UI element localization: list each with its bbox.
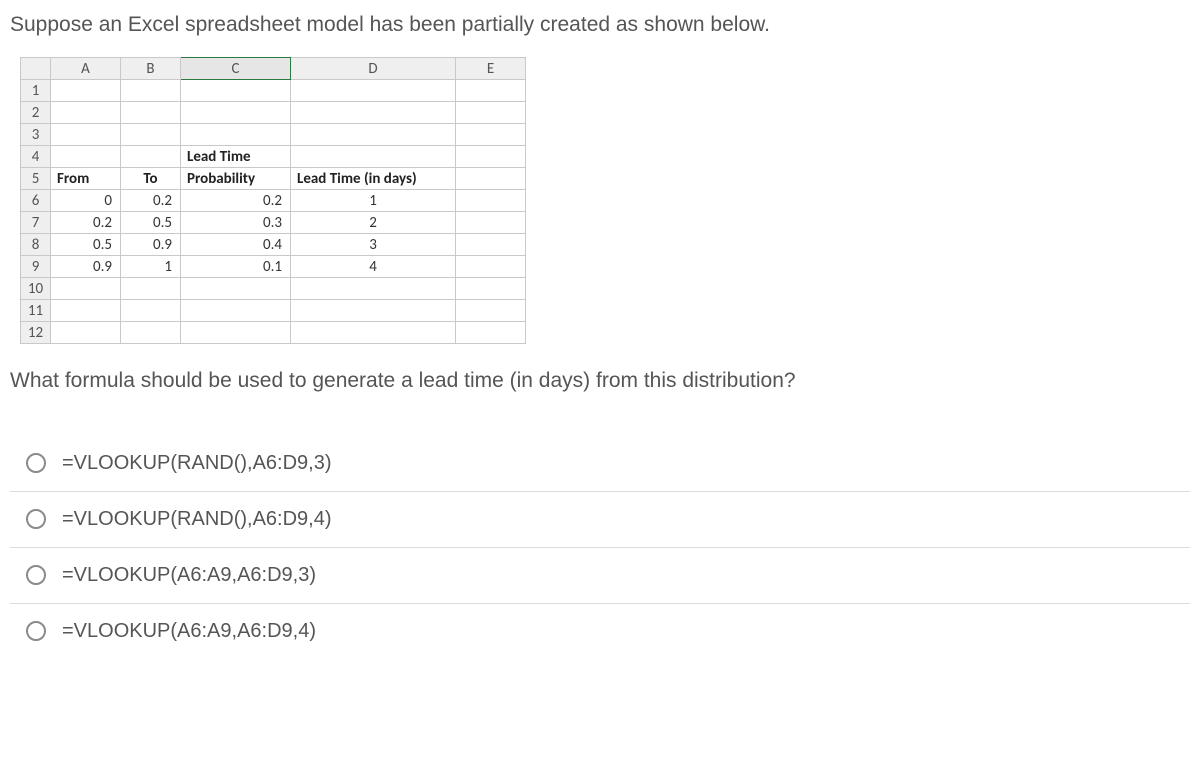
answer-options: =VLOOKUP(RAND(),A6:D9,3) =VLOOKUP(RAND()… — [10, 436, 1190, 659]
row-header: 10 — [21, 278, 51, 300]
cell-a5: From — [51, 168, 121, 190]
prompt-text: Suppose an Excel spreadsheet model has b… — [10, 10, 1190, 39]
cell-b5: To — [121, 168, 181, 190]
radio-icon — [26, 565, 46, 585]
question-text: What formula should be used to generate … — [10, 366, 1190, 395]
row-header: 8 — [21, 234, 51, 256]
row-header: 4 — [21, 146, 51, 168]
cell: 0.3 — [181, 212, 291, 234]
radio-icon — [26, 621, 46, 641]
cell: 0.1 — [181, 256, 291, 278]
option-3[interactable]: =VLOOKUP(A6:A9,A6:D9,3) — [10, 548, 1190, 604]
cell-d5: Lead Time (in days) — [291, 168, 456, 190]
row-header: 6 — [21, 190, 51, 212]
row-header: 12 — [21, 322, 51, 344]
cell: 0.2 — [181, 190, 291, 212]
col-header-d: D — [291, 58, 456, 80]
cell-c4: Lead Time — [181, 146, 291, 168]
radio-icon — [26, 509, 46, 529]
cell: 4 — [291, 256, 456, 278]
row-header: 9 — [21, 256, 51, 278]
spreadsheet: A B C D E 1 2 3 4 Lead Time 5 From To Pro… — [20, 57, 526, 344]
cell: 0.9 — [121, 234, 181, 256]
option-label: =VLOOKUP(A6:A9,A6:D9,3) — [62, 564, 316, 587]
option-1[interactable]: =VLOOKUP(RAND(),A6:D9,3) — [10, 436, 1190, 492]
cell: 0.9 — [51, 256, 121, 278]
option-label: =VLOOKUP(RAND(),A6:D9,3) — [62, 452, 332, 475]
cell: 0.2 — [121, 190, 181, 212]
option-label: =VLOOKUP(RAND(),A6:D9,4) — [62, 508, 332, 531]
cell: 0 — [51, 190, 121, 212]
col-header-a: A — [51, 58, 121, 80]
row-header: 11 — [21, 300, 51, 322]
cell: 1 — [291, 190, 456, 212]
row-header: 3 — [21, 124, 51, 146]
row-header: 7 — [21, 212, 51, 234]
col-header-b: B — [121, 58, 181, 80]
cell: 1 — [121, 256, 181, 278]
cell: 0.5 — [121, 212, 181, 234]
row-header: 5 — [21, 168, 51, 190]
col-header-c: C — [181, 58, 291, 80]
cell: 0.5 — [51, 234, 121, 256]
row-header: 1 — [21, 80, 51, 102]
row-header: 2 — [21, 102, 51, 124]
corner-cell — [21, 58, 51, 80]
col-header-e: E — [456, 58, 526, 80]
cell: 2 — [291, 212, 456, 234]
cell: 3 — [291, 234, 456, 256]
cell: 0.2 — [51, 212, 121, 234]
cell-c5: Probability — [181, 168, 291, 190]
option-2[interactable]: =VLOOKUP(RAND(),A6:D9,4) — [10, 492, 1190, 548]
radio-icon — [26, 453, 46, 473]
cell: 0.4 — [181, 234, 291, 256]
option-label: =VLOOKUP(A6:A9,A6:D9,4) — [62, 620, 316, 643]
option-4[interactable]: =VLOOKUP(A6:A9,A6:D9,4) — [10, 604, 1190, 659]
